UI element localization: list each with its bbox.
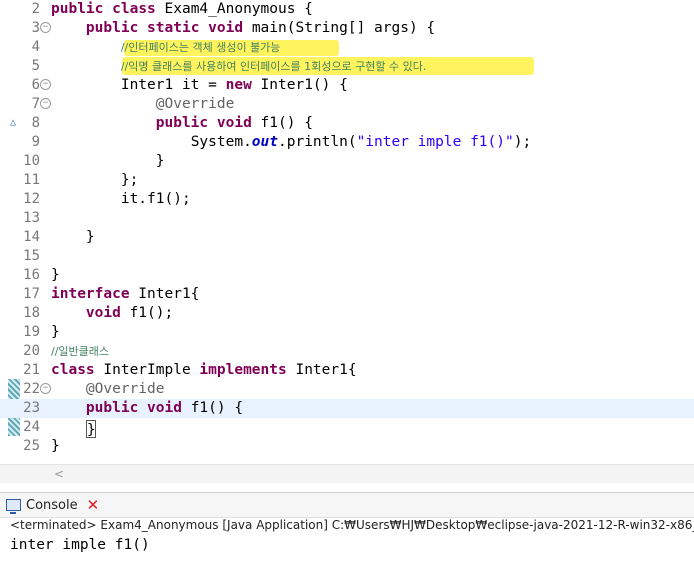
line-number: 25 <box>23 438 40 454</box>
line-number: 16 <box>23 267 40 283</box>
line-number: 23 <box>23 400 40 416</box>
bracket-match-box: } <box>85 420 96 438</box>
line-number: 5 <box>31 58 40 74</box>
line-number: 2 <box>31 1 40 17</box>
code-comment: //인터페이스는 객체 생성이 불가능 <box>120 41 281 54</box>
code-line[interactable]: 18 void f1(); <box>0 304 694 323</box>
code-editor[interactable]: △ 2 public class Exam4_Anonymous { 3 − p… <box>0 0 694 464</box>
code-line[interactable]: 16 } <box>0 266 694 285</box>
code-line[interactable]: 3 − public static void main(String[] arg… <box>0 19 694 38</box>
console-tab-bar: Console ✕ <box>0 492 694 518</box>
line-number: 3 <box>31 20 40 36</box>
code-line[interactable]: 21 class InterImple implements Inter1{ <box>0 361 694 380</box>
code-line[interactable]: 5 //익명 클래스를 사용하여 인터페이스를 1회성으로 구현할 수 있다. <box>0 57 694 76</box>
line-number: 6 <box>31 77 40 93</box>
close-icon[interactable]: ✕ <box>87 496 100 514</box>
code-line[interactable]: 12 it.f1(); <box>0 190 694 209</box>
code-line[interactable]: 14 } <box>0 228 694 247</box>
line-number: 20 <box>23 343 40 359</box>
line-number: 24 <box>23 419 40 435</box>
line-number: 15 <box>23 248 40 264</box>
console-output[interactable]: inter imple f1() <box>10 536 150 555</box>
code-comment: //일반클래스 <box>51 345 110 358</box>
current-code-line[interactable]: 23 public void f1() { <box>0 399 694 418</box>
code-line[interactable]: 7 − @Override <box>0 95 694 114</box>
code-line[interactable]: 9 System.out.println("inter imple f1()")… <box>0 133 694 152</box>
line-number: 19 <box>23 324 40 340</box>
code-line[interactable]: 2 public class Exam4_Anonymous { <box>0 0 694 19</box>
code-line[interactable]: 15 <box>0 247 694 266</box>
line-number: 10 <box>23 153 40 169</box>
line-number: 13 <box>23 210 40 226</box>
code-line[interactable]: 4 //인터페이스는 객체 생성이 불가능 <box>0 38 694 57</box>
console-icon <box>6 499 21 514</box>
fold-toggle-icon[interactable]: − <box>40 383 51 394</box>
line-number: 8 <box>31 115 40 131</box>
code-line[interactable]: 25 } <box>0 437 694 456</box>
line-number: 4 <box>31 39 40 55</box>
line-number: 22 <box>23 381 40 397</box>
tab-console[interactable]: Console ✕ <box>6 496 99 514</box>
line-number: 7 <box>31 96 40 112</box>
code-line[interactable]: 13 <box>0 209 694 228</box>
line-number: 11 <box>23 172 40 188</box>
line-number: 9 <box>31 134 40 150</box>
code-line[interactable]: 8 public void f1() { <box>0 114 694 133</box>
scroll-left-icon[interactable]: < <box>54 467 64 481</box>
fold-toggle-icon[interactable]: − <box>40 79 51 90</box>
line-number: 21 <box>23 362 40 378</box>
line-number: 14 <box>23 229 40 245</box>
console-status-line: <terminated> Exam4_Anonymous [Java Appli… <box>10 518 694 532</box>
fold-toggle-icon[interactable]: − <box>40 98 51 109</box>
line-number: 17 <box>23 286 40 302</box>
code-comment: //익명 클래스를 사용하여 인터페이스를 1회성으로 구현할 수 있다. <box>120 60 427 73</box>
horizontal-scrollbar[interactable]: < <box>0 464 694 483</box>
code-line[interactable]: 22 − @Override <box>0 380 694 399</box>
code-line[interactable]: 19 } <box>0 323 694 342</box>
code-line[interactable]: 6 − Inter1 it = new Inter1() { <box>0 76 694 95</box>
tab-console-label: Console <box>26 497 78 513</box>
line-number: 18 <box>23 305 40 321</box>
code-line[interactable]: 10 } <box>0 152 694 171</box>
code-line[interactable]: 24 } <box>0 418 694 438</box>
code-line[interactable]: 11 }; <box>0 171 694 190</box>
line-number: 12 <box>23 191 40 207</box>
code-line[interactable]: 20 //일반클래스 <box>0 342 694 361</box>
code-line[interactable]: 17 interface Inter1{ <box>0 285 694 304</box>
fold-toggle-icon[interactable]: − <box>40 22 51 33</box>
